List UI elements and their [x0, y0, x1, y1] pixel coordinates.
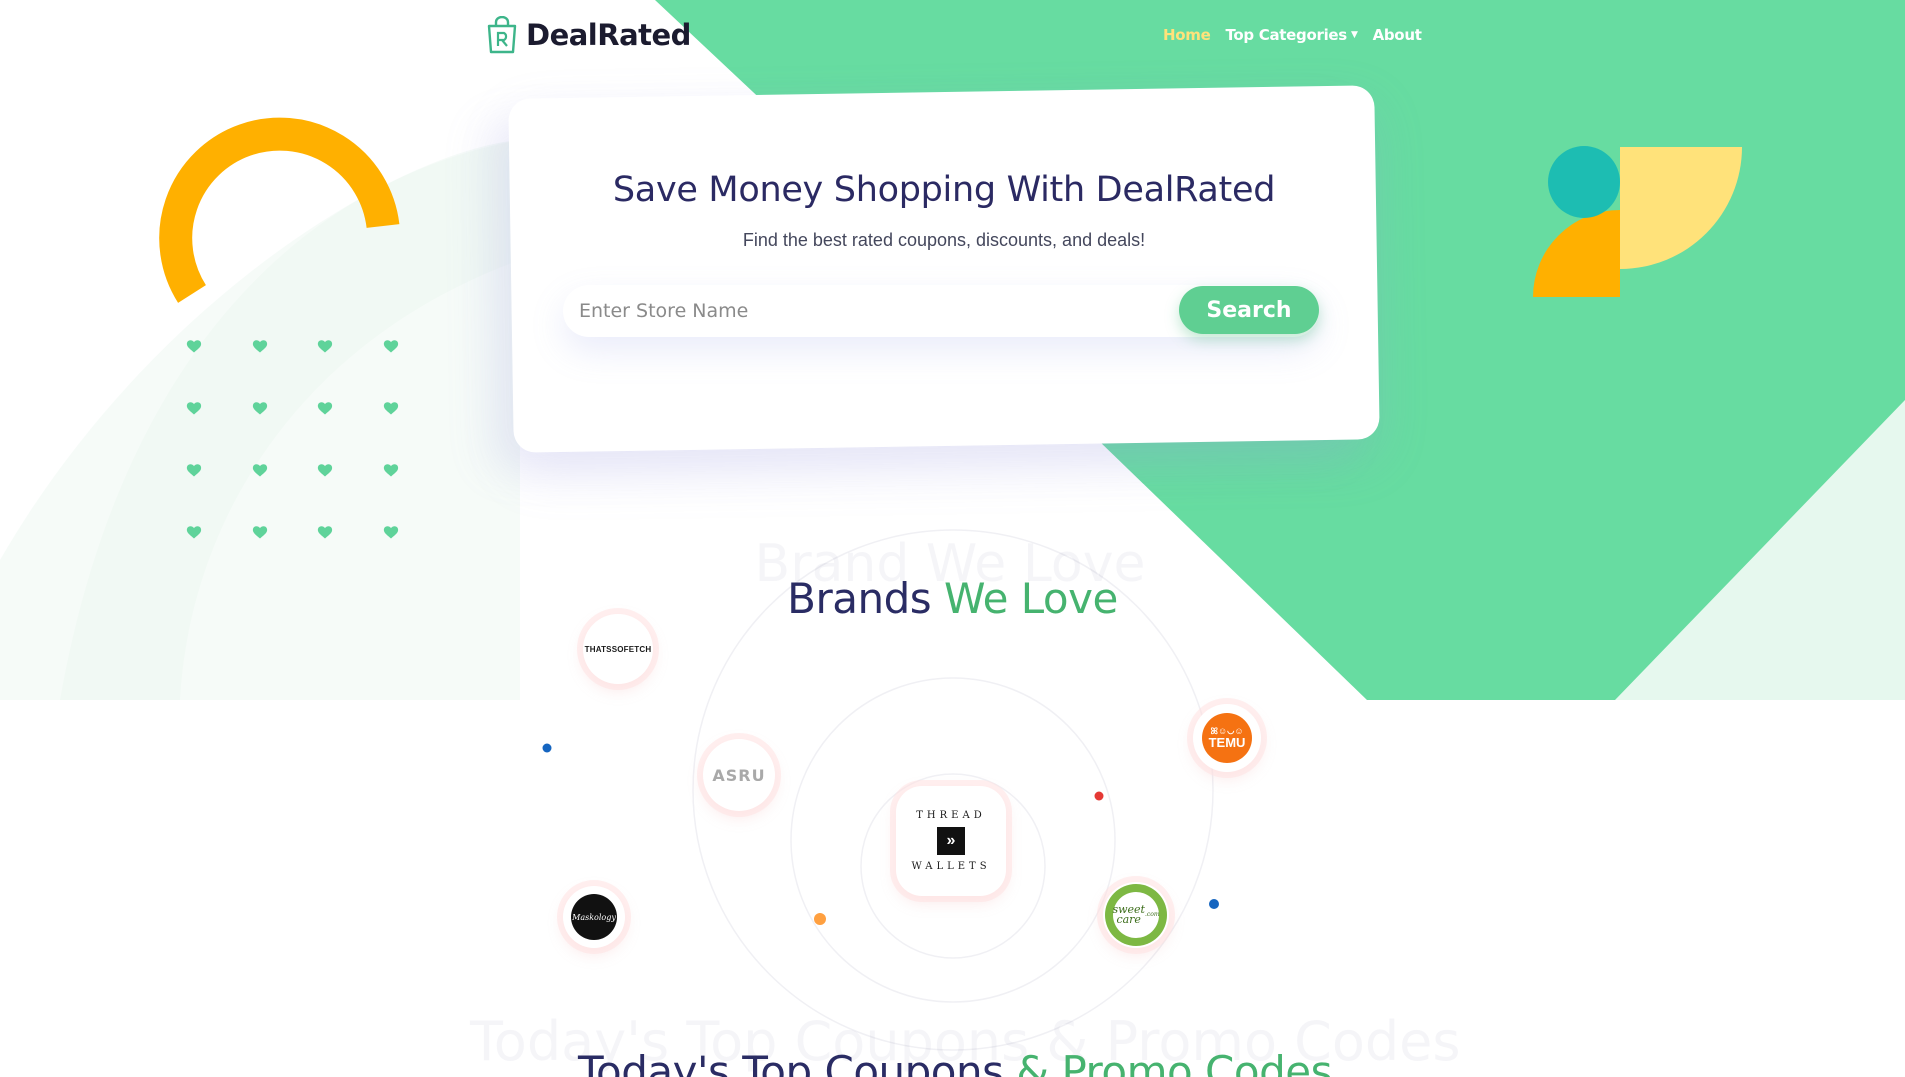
search-bar: Search: [563, 285, 1319, 337]
nav-top-categories[interactable]: Top Categories ▼: [1225, 26, 1357, 44]
brand-thread-wallets[interactable]: THREAD » WALLETS: [896, 786, 1006, 896]
nav-home[interactable]: Home: [1163, 26, 1211, 44]
brands-section-title: Brands We Love: [600, 574, 1305, 623]
sweetcare-logo-inner: sweet care .com: [1112, 892, 1160, 938]
sweetcare-logo-text: sweet care: [1112, 903, 1145, 926]
hero-title: Save Money Shopping With DealRated: [612, 170, 1276, 210]
coupons-section-title: Today's Top Coupons & Promo Codes: [470, 1047, 1440, 1077]
nav-about-label: About: [1372, 26, 1422, 44]
maskology-logo-text: Maskology: [572, 912, 616, 922]
coupons-title-accent: & Promo Codes: [1016, 1047, 1332, 1077]
brand-asru-logo: ASRU: [712, 765, 766, 785]
thread-logo-mark-icon: »: [937, 827, 965, 855]
sweetcare-logo-suffix: .com: [1144, 911, 1160, 919]
nav-about[interactable]: About: [1373, 26, 1422, 44]
temu-logo-text: TEMU: [1208, 735, 1246, 750]
caret-down-icon: ▼: [1350, 30, 1358, 40]
brands-title-main: Brands: [787, 574, 932, 623]
brand-thatssofetch-logo: THATSSOFETCH: [584, 644, 652, 654]
thread-logo-top: THREAD: [916, 810, 986, 821]
search-button[interactable]: Search: [1179, 286, 1319, 334]
brand-maskology[interactable]: Maskology: [563, 886, 625, 948]
shopping-bag-logo-icon: [487, 16, 517, 54]
site-logo[interactable]: DealRated: [486, 16, 691, 54]
thread-logo-bottom: WALLETS: [911, 861, 991, 872]
store-search-input[interactable]: [579, 293, 1119, 329]
brand-temu[interactable]: ꕤ☺◡☺ TEMU: [1193, 704, 1261, 772]
brand-name: DealRated: [526, 18, 691, 52]
maskology-logo: Maskology: [571, 894, 617, 940]
coupons-title-main: Today's Top Coupons: [578, 1047, 1004, 1077]
brand-thatssofetch[interactable]: THATSSOFETCH: [583, 614, 653, 684]
temu-logo: ꕤ☺◡☺ TEMU: [1202, 713, 1252, 763]
main-nav: Home Top Categories ▼ About: [1163, 26, 1422, 44]
sweetcare-logo: sweet care .com: [1105, 884, 1167, 946]
nav-top-categories-label: Top Categories: [1225, 26, 1347, 44]
brands-title-accent: We Love: [944, 574, 1118, 623]
brand-asru[interactable]: ASRU: [703, 739, 775, 811]
nav-home-label: Home: [1163, 26, 1211, 44]
hero-subtitle: Find the best rated coupons, discounts, …: [742, 230, 1146, 250]
hero-card: [508, 85, 1380, 453]
brand-sweetcare[interactable]: sweet care .com: [1103, 882, 1169, 948]
